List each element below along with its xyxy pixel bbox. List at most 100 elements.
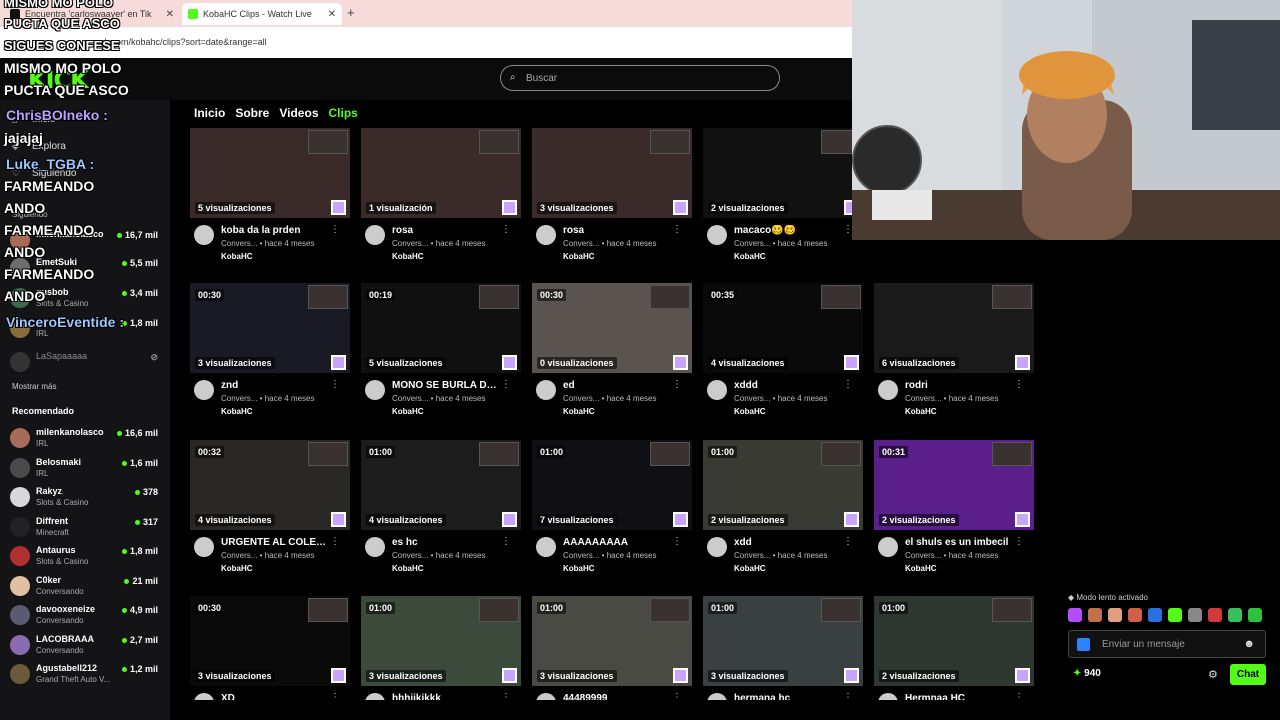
- channel-avatar[interactable]: [707, 693, 727, 700]
- more-options-icon[interactable]: ⋮: [330, 692, 340, 700]
- clip-thumbnail[interactable]: 00:31 2 visualizaciones: [874, 440, 1034, 530]
- clip-card[interactable]: 3 visualizaciones rosa ⋮ Convers... • hace …: [532, 128, 692, 278]
- clip-title[interactable]: MONO SE BURLA DE ...: [392, 380, 502, 391]
- clip-channel[interactable]: KobaHC: [563, 407, 595, 416]
- clip-thumbnail[interactable]: 3 visualizaciones: [532, 128, 692, 218]
- clip-thumbnail[interactable]: 00:30 3 visualizaciones: [190, 283, 350, 373]
- clip-title[interactable]: znd: [221, 380, 331, 391]
- channel-avatar[interactable]: [194, 537, 214, 557]
- new-tab-icon[interactable]: +: [347, 5, 355, 20]
- more-options-icon[interactable]: ⋮: [501, 224, 511, 235]
- clip-channel[interactable]: KobaHC: [905, 407, 937, 416]
- clip-card[interactable]: 6 visualizaciones rodri ⋮ Convers... • hace…: [874, 283, 1034, 433]
- clip-card[interactable]: 00:30 3 visualizaciones znd ⋮ Convers... • h…: [190, 283, 350, 433]
- clip-card[interactable]: 01:003 visualizacioneshermana hc⋮IRL • h…: [703, 596, 863, 700]
- chat-input[interactable]: Enviar un mensaje ☻: [1068, 630, 1266, 658]
- emote-icon[interactable]: [1228, 608, 1242, 622]
- more-options-icon[interactable]: ⋮: [843, 379, 853, 390]
- channel-avatar[interactable]: [878, 380, 898, 400]
- channel-avatar[interactable]: [194, 380, 214, 400]
- send-chat-button[interactable]: Chat: [1230, 664, 1266, 685]
- clip-thumbnail[interactable]: 00:32 4 visualizaciones: [190, 440, 350, 530]
- emote-icon[interactable]: [1208, 608, 1222, 622]
- channel-avatar[interactable]: [365, 693, 385, 700]
- emote-icon[interactable]: [1088, 608, 1102, 622]
- clip-title[interactable]: rodri: [905, 380, 1015, 391]
- clip-title[interactable]: xdd: [734, 537, 844, 548]
- clip-title[interactable]: Hermnaa HC: [905, 693, 1015, 700]
- emote-icon[interactable]: [1108, 608, 1122, 622]
- clip-title[interactable]: AAAAAAAAA: [563, 537, 673, 548]
- clip-card[interactable]: 01:00 7 visualizaciones AAAAAAAAA ⋮ Convers.…: [532, 440, 692, 590]
- clip-channel[interactable]: KobaHC: [392, 407, 424, 416]
- channel-avatar[interactable]: [707, 380, 727, 400]
- clip-channel[interactable]: KobaHC: [734, 252, 766, 261]
- clip-title[interactable]: rosa: [563, 225, 673, 236]
- clip-channel[interactable]: KobaHC: [221, 252, 253, 261]
- clip-channel[interactable]: KobaHC: [392, 564, 424, 573]
- channel-avatar[interactable]: [878, 693, 898, 700]
- clip-card[interactable]: 01:002 visualizacionesHermnaa HC⋮IRL • h…: [874, 596, 1034, 700]
- clip-thumbnail[interactable]: 00:30 3 visualizaciones: [190, 596, 350, 686]
- clip-thumbnail[interactable]: 01:00 3 visualizaciones: [703, 596, 863, 686]
- clip-channel[interactable]: KobaHC: [734, 564, 766, 573]
- more-options-icon[interactable]: ⋮: [843, 536, 853, 547]
- clip-channel[interactable]: KobaHC: [905, 564, 937, 573]
- clip-thumbnail[interactable]: 01:00 4 visualizaciones: [361, 440, 521, 530]
- channel-avatar[interactable]: [365, 537, 385, 557]
- emote-icon[interactable]: [1248, 608, 1262, 622]
- browser-tab-kobahc[interactable]: KobaHC Clips - Watch Live ✕: [182, 3, 342, 25]
- emote-icon[interactable]: [1188, 608, 1202, 622]
- clip-card[interactable]: 1 visualización rosa ⋮ Convers... • hace 4 …: [361, 128, 521, 278]
- more-options-icon[interactable]: ⋮: [330, 379, 340, 390]
- channel-avatar[interactable]: [365, 225, 385, 245]
- more-options-icon[interactable]: ⋮: [672, 536, 682, 547]
- clip-card[interactable]: 00:303 visualizacionesXD⋮Convers... • ha…: [190, 596, 350, 700]
- channel-avatar[interactable]: [878, 537, 898, 557]
- emote-icon[interactable]: [1068, 608, 1082, 622]
- channel-points[interactable]: ✦ 940: [1073, 668, 1101, 679]
- clip-channel[interactable]: KobaHC: [563, 564, 595, 573]
- clip-channel[interactable]: KobaHC: [734, 407, 766, 416]
- channel-avatar[interactable]: [536, 225, 556, 245]
- clip-title[interactable]: ed: [563, 380, 673, 391]
- clip-title[interactable]: hermana hc: [734, 693, 844, 700]
- clip-channel[interactable]: KobaHC: [392, 252, 424, 261]
- channel-avatar[interactable]: [536, 537, 556, 557]
- clip-channel[interactable]: KobaHC: [563, 252, 595, 261]
- emote-icon[interactable]: [1168, 608, 1182, 622]
- channel-avatar[interactable]: [194, 225, 214, 245]
- clip-card[interactable]: 00:32 4 visualizaciones URGENTE AL COLEG..…: [190, 440, 350, 590]
- clip-title[interactable]: XD: [221, 693, 331, 700]
- clip-title[interactable]: 44489999: [563, 693, 673, 700]
- clip-title[interactable]: URGENTE AL COLEG...: [221, 537, 331, 548]
- clip-thumbnail[interactable]: 6 visualizaciones: [874, 283, 1034, 373]
- emote-icon[interactable]: [1148, 608, 1162, 622]
- clip-title[interactable]: hhhjjkjkkk: [392, 693, 502, 700]
- more-options-icon[interactable]: ⋮: [672, 692, 682, 700]
- more-options-icon[interactable]: ⋮: [330, 536, 340, 547]
- clip-thumbnail[interactable]: 01:00 2 visualizaciones: [703, 440, 863, 530]
- clip-thumbnail[interactable]: 1 visualización: [361, 128, 521, 218]
- channel-avatar[interactable]: [194, 693, 214, 700]
- emote-icon[interactable]: [1128, 608, 1142, 622]
- clip-card[interactable]: 00:30 0 visualizaciones ed ⋮ Convers... • ha…: [532, 283, 692, 433]
- clip-thumbnail[interactable]: 01:00 7 visualizaciones: [532, 440, 692, 530]
- more-options-icon[interactable]: ⋮: [1014, 536, 1024, 547]
- more-options-icon[interactable]: ⋮: [330, 224, 340, 235]
- close-tab-icon[interactable]: ✕: [328, 9, 336, 20]
- clip-card[interactable]: 01:003 visualizaciones44489999⋮IRL • hac…: [532, 596, 692, 700]
- channel-avatar[interactable]: [365, 380, 385, 400]
- channel-avatar[interactable]: [707, 225, 727, 245]
- more-options-icon[interactable]: ⋮: [1014, 692, 1024, 700]
- gear-icon[interactable]: ⚙: [1208, 668, 1218, 681]
- clip-thumbnail[interactable]: 01:00 2 visualizaciones: [874, 596, 1034, 686]
- clip-title[interactable]: el shuls es un imbecil: [905, 537, 1015, 548]
- clip-card[interactable]: 01:00 4 visualizaciones es hc ⋮ Convers... •…: [361, 440, 521, 590]
- clip-thumbnail[interactable]: 5 visualizaciones: [190, 128, 350, 218]
- clip-title[interactable]: xddd: [734, 380, 844, 391]
- more-options-icon[interactable]: ⋮: [1014, 379, 1024, 390]
- clip-card[interactable]: 2 visualizaciones macaco🥴🥴 ⋮ Convers... • h…: [703, 128, 863, 278]
- more-options-icon[interactable]: ⋮: [501, 692, 511, 700]
- clip-thumbnail[interactable]: 2 visualizaciones: [703, 128, 863, 218]
